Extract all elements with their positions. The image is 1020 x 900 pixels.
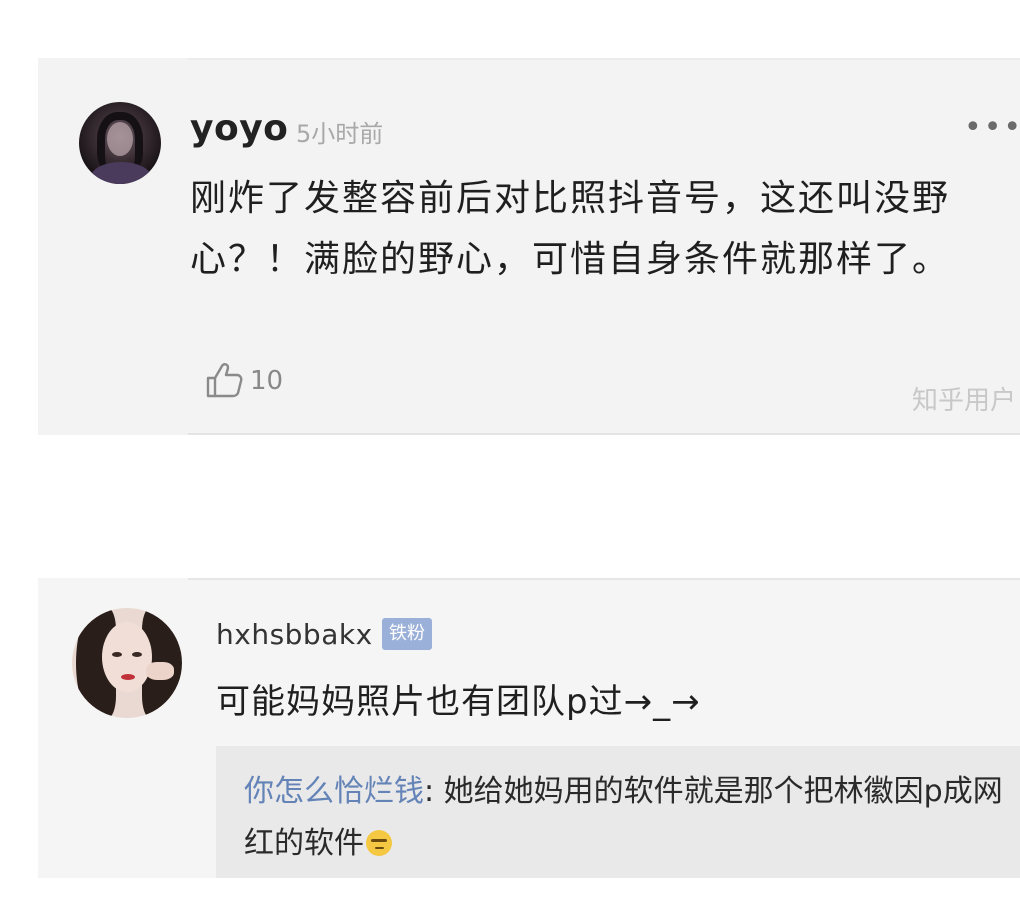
comment-card-hxhsbbakx: hxhsbbakx 铁粉 可能妈妈照片也有团队p过→_→ 你怎么恰烂钱: 她给她… xyxy=(38,578,1020,878)
comment-content: 刚炸了发整容前后对比照抖音号，这还叫没野心？！满脸的野心，可惜自身条件就那样了。 xyxy=(190,178,951,280)
avatar-yoyo[interactable] xyxy=(79,102,161,184)
like-button[interactable]: 10 xyxy=(204,360,324,404)
wink-emoji-icon xyxy=(366,830,392,856)
thumbs-up-icon xyxy=(206,363,243,398)
divider xyxy=(188,433,1020,435)
avatar-hxhsbbakx[interactable] xyxy=(72,608,182,718)
fan-badge: 铁粉 xyxy=(382,618,432,650)
more-dots-icon[interactable]: ••• xyxy=(964,110,1020,145)
bottom-strip xyxy=(0,878,1020,900)
comment-card-yoyo: yoyo 5小时前 ••• 刚炸了发整容前后对比照抖音号，这还叫没野心？！满脸的… xyxy=(38,58,1020,435)
timestamp: 5小时前 xyxy=(296,120,384,148)
reply-separator: : xyxy=(424,774,444,809)
reply-author[interactable]: 你怎么恰烂钱 xyxy=(244,774,424,809)
divider xyxy=(188,578,1020,580)
like-count: 10 xyxy=(250,366,284,396)
username-yoyo[interactable]: yoyo xyxy=(190,108,288,149)
reply-text: 你怎么恰烂钱: 她给她妈用的软件就是那个把林徽因p成网红的软件 xyxy=(244,766,1004,870)
comment-content: 可能妈妈照片也有团队p过→_→ xyxy=(216,682,701,722)
watermark: 知乎用户 xyxy=(912,386,1017,416)
divider xyxy=(188,58,1020,60)
reply-box[interactable]: 你怎么恰烂钱: 她给她妈用的软件就是那个把林徽因p成网红的软件 xyxy=(216,746,1020,878)
username-hxhsbbakx[interactable]: hxhsbbakx xyxy=(216,618,373,651)
